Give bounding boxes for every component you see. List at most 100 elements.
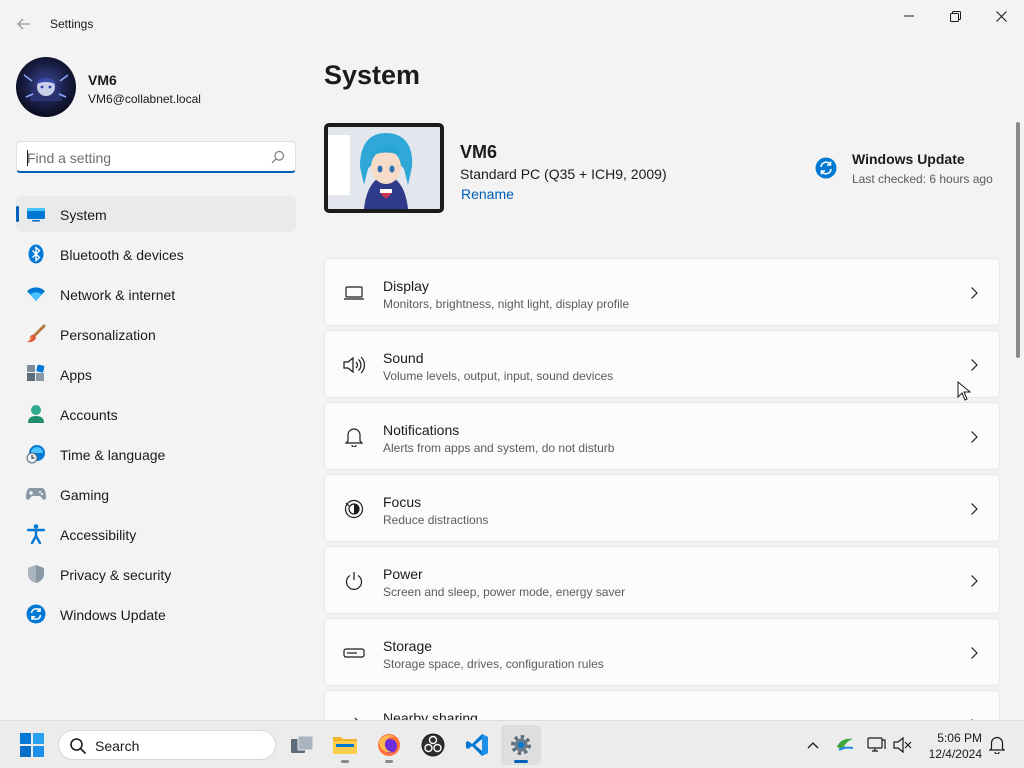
bluetooth-icon [26,244,46,264]
card-title: Power [383,566,423,582]
settings-icon [511,735,531,755]
windows-update-status: Last checked: 6 hours ago [852,172,993,186]
sidebar-item-bluetooth-devices[interactable]: Bluetooth & devices [16,236,296,272]
sidebar-item-label: Apps [60,367,92,383]
taskbar-search[interactable]: Search [58,730,276,760]
device-model: Standard PC (Q35 + ICH9, 2009) [460,166,667,182]
taskbar: Search 5:06 PM 12/4/2024 [0,720,1024,768]
firefox-button[interactable] [369,725,409,765]
card-title: Sound [383,350,424,366]
clock-date[interactable]: 12/4/2024 [922,747,982,761]
page-title: System [324,60,421,90]
settings-search-input[interactable] [27,148,267,168]
gamepad-icon [26,484,46,504]
sidebar-item-label: System [60,207,107,223]
sidebar-item-privacy-security[interactable]: Privacy & security [16,556,296,592]
card-description: Storage space, drives, configuration rul… [383,657,604,671]
chevron-right-icon [971,575,978,587]
bell-icon [343,427,365,447]
settings-search-box[interactable] [16,141,296,173]
sidebar-item-network-internet[interactable]: Network & internet [16,276,296,312]
show-hidden-icons-button[interactable] [803,735,823,755]
restore-button[interactable] [932,0,978,32]
sidebar-item-accessibility[interactable]: Accessibility [16,516,296,552]
scrollbar-thumb[interactable] [1016,122,1020,358]
mouse-cursor-icon [957,381,971,401]
close-button[interactable] [978,0,1024,32]
card-notifications[interactable]: Notifications Alerts from apps and syste… [324,402,1000,470]
chevron-right-icon [971,431,978,443]
device-name: VM6 [460,142,498,162]
card-display[interactable]: Display Monitors, brightness, night ligh… [324,258,1000,326]
obs-button[interactable] [413,725,453,765]
back-button[interactable] [10,12,38,36]
card-description: Volume levels, output, input, sound devi… [383,369,614,383]
card-storage[interactable]: Storage Storage space, drives, configura… [324,618,1000,686]
sidebar-item-personalization[interactable]: Personalization [16,316,296,352]
running-indicator [385,760,393,763]
sidebar-item-label: Bluetooth & devices [60,247,184,263]
back-arrow-icon [17,18,30,30]
network-status-button[interactable] [866,735,886,755]
task-view-button[interactable] [282,725,322,765]
sidebar-item-label: Accessibility [60,527,137,543]
chevron-right-icon [971,647,978,659]
start-button[interactable] [14,729,50,761]
close-icon [995,10,1007,22]
apps-icon [26,364,46,384]
focus-icon [343,499,365,519]
sidebar-item-label: Gaming [60,487,110,503]
sidebar-item-label: Windows Update [60,607,166,623]
profile-name: VM6 [88,72,117,88]
card-sound[interactable]: Sound Volume levels, output, input, soun… [324,330,1000,398]
sidebar-item-apps[interactable]: Apps [16,356,296,392]
clock-time[interactable]: 5:06 PM [926,731,982,745]
storage-icon [343,643,365,663]
settings-card-list: Display Monitors, brightness, night ligh… [324,258,1000,720]
sidebar-item-accounts[interactable]: Accounts [16,396,296,432]
device-wallpaper-thumbnail [324,123,444,213]
volume-button[interactable] [893,735,913,755]
card-power[interactable]: Power Screen and sleep, power mode, ener… [324,546,1000,614]
obs-icon [421,733,445,757]
file-explorer-button[interactable] [325,725,365,765]
sidebar-item-windows-update[interactable]: Windows Update [16,596,296,632]
speaker-muted-icon [893,736,912,754]
vscode-icon [466,734,488,756]
chevron-right-icon [971,359,978,371]
title-bar: Settings [0,0,1024,48]
sidebar-item-gaming[interactable]: Gaming [16,476,296,512]
card-focus[interactable]: Focus Reduce distractions [324,474,1000,542]
brush-icon [26,324,46,344]
windows-logo-icon [20,733,44,757]
sidebar-item-system[interactable]: System [16,196,296,232]
rename-link[interactable]: Rename [461,186,514,202]
settings-app-button[interactable] [501,725,541,765]
card-title: Storage [383,638,433,654]
task-view-icon [291,735,314,753]
sidebar-item-label: Time & language [60,447,166,463]
windows-update-icon [26,604,46,624]
accessibility-icon [26,524,46,544]
restore-icon [949,10,961,22]
sidebar-item-label: Privacy & security [60,567,172,583]
card-nearby-sharing[interactable]: Nearby sharing [324,690,1000,720]
card-title: Nearby sharing [383,710,478,720]
file-explorer-icon [333,737,357,754]
profile-email: VM6@collabnet.local [88,92,201,106]
power-icon [343,571,365,591]
sidebar-item-time-language[interactable]: Time & language [16,436,296,472]
notification-center-button[interactable] [987,735,1007,755]
minimize-button[interactable] [886,0,932,32]
windows-update-title[interactable]: Windows Update [852,151,965,167]
active-indicator [514,760,528,763]
app-title: Settings [50,17,94,31]
vscode-button[interactable] [457,725,497,765]
user-profile[interactable]: VM6 VM6@collabnet.local [16,57,296,117]
wifi-icon [26,284,46,304]
firefox-icon [378,734,400,756]
tray-app-button[interactable] [835,735,855,755]
sidebar-item-label: Network & internet [60,287,176,303]
running-indicator [341,760,349,763]
windows-update-status-icon [815,157,837,179]
